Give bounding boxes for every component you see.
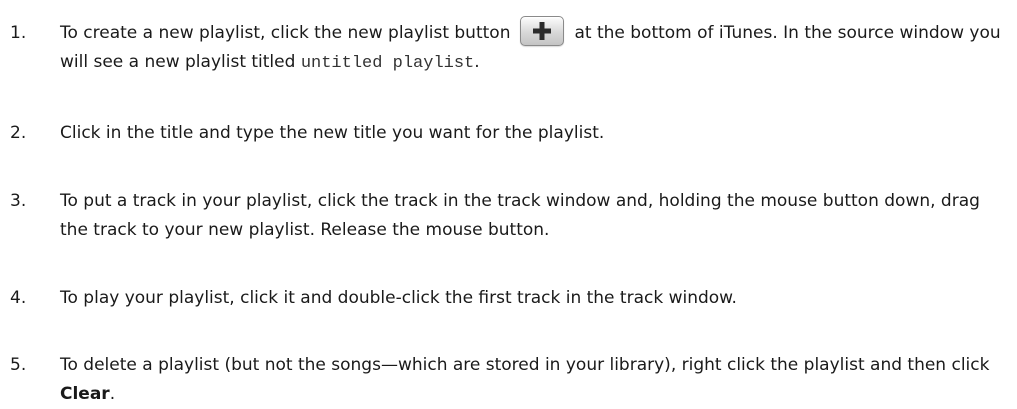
step-text-part: .	[474, 52, 480, 72]
step-number: 1.	[10, 23, 27, 43]
step-text-part: .	[109, 384, 116, 404]
plus-icon	[533, 22, 552, 40]
step-text: To delete a playlist (but not the songs—…	[60, 351, 1010, 409]
playlist-title-code: untitled playlist	[300, 54, 475, 73]
clear-command: Clear	[60, 384, 110, 404]
step-number: 4.	[10, 288, 27, 308]
step-number: 2.	[10, 123, 27, 143]
step-text-part: To create a new playlist, click the new …	[60, 23, 511, 43]
step-number: 3.	[10, 191, 27, 211]
step-number: 5.	[10, 355, 27, 375]
step-text-part: To delete a playlist (but not the songs—…	[60, 355, 990, 375]
step-text: Click in the title and type the new titl…	[60, 123, 605, 143]
step-text: To create a new playlist, click the new …	[60, 16, 1010, 78]
new-playlist-button[interactable]	[520, 16, 565, 46]
step-text: To play your playlist, click it and doub…	[60, 288, 737, 308]
step-text: To put a track in your playlist, click t…	[60, 191, 980, 240]
